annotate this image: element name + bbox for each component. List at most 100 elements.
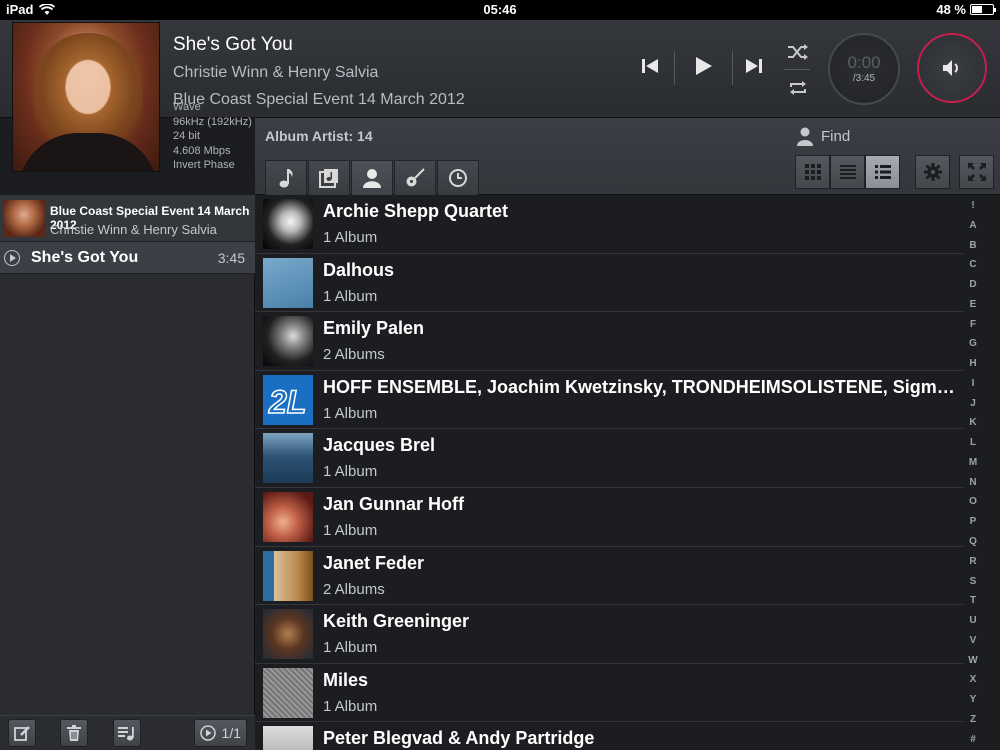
list-item[interactable]: Emily Palen 2 Albums <box>255 312 963 371</box>
gear-icon <box>923 163 942 181</box>
clock-icon <box>449 169 467 187</box>
artist-name: Dalhous <box>323 259 395 280</box>
note-icon <box>279 169 293 188</box>
artist-name: Janet Feder <box>323 552 425 573</box>
index-letter[interactable]: ! <box>971 200 974 211</box>
next-button[interactable] <box>734 48 774 84</box>
index-letter[interactable]: H <box>969 358 976 369</box>
album-count: 1 Album <box>323 522 378 539</box>
list-item[interactable]: Archie Shepp Quartet 1 Album <box>255 195 963 254</box>
index-letter[interactable]: X <box>970 674 977 685</box>
repeat-button[interactable] <box>778 70 818 106</box>
play-button[interactable] <box>684 48 724 84</box>
index-letter[interactable]: G <box>969 338 977 349</box>
grid-view-button[interactable] <box>795 155 830 189</box>
album-count: 1 Album <box>323 639 378 657</box>
shuffle-icon <box>788 44 808 60</box>
previous-button[interactable] <box>630 48 670 84</box>
index-letter[interactable]: J <box>970 398 976 409</box>
artist-thumb <box>263 199 313 249</box>
tab-recent[interactable] <box>437 160 479 195</box>
album-cover[interactable] <box>12 22 160 172</box>
queue-page-button[interactable]: 1/1 <box>194 719 247 747</box>
index-letter[interactable]: A <box>969 220 976 231</box>
list-item[interactable]: Jan Gunnar Hoff 1 Album <box>255 488 963 547</box>
queue-track-name: She's Got You <box>31 249 139 266</box>
list-item[interactable]: Dalhous 1 Album <box>255 253 963 313</box>
queue-track-row[interactable]: She's Got You 3:45 <box>0 242 255 274</box>
previous-icon <box>642 59 658 73</box>
artist-name: Archie Shepp Quartet <box>323 201 509 221</box>
list-item[interactable]: Miles 1 Album <box>255 663 963 723</box>
list-icon <box>874 165 891 179</box>
tab-songs[interactable] <box>265 160 307 195</box>
library-browser-header: Album Artist: 14 Find <box>255 118 1000 195</box>
queue-album-thumb <box>3 200 45 237</box>
tab-genres[interactable] <box>394 160 436 195</box>
list-item[interactable]: Jacques Brel 1 Album <box>255 429 963 488</box>
fullscreen-button[interactable] <box>959 155 994 189</box>
queue-track-time: 3:45 <box>217 250 245 266</box>
index-letter[interactable]: T <box>970 595 976 606</box>
index-letter[interactable]: O <box>969 496 977 507</box>
index-letter[interactable]: Z <box>970 714 976 725</box>
index-letter[interactable]: S <box>970 576 977 587</box>
index-letter[interactable]: N <box>969 477 976 488</box>
tab-artists[interactable] <box>351 160 393 195</box>
total-time: /3:45 <box>852 73 876 84</box>
battery-percent: 48 % <box>936 2 966 17</box>
album-count: 1 Album <box>323 287 378 305</box>
list-item[interactable]: 2L HOFF ENSEMBLE, Joachim Kwetzinsky, TR… <box>255 370 963 430</box>
index-letter[interactable]: F <box>970 319 976 330</box>
index-letter[interactable]: V <box>970 635 977 646</box>
album-count: 2 Albums <box>323 346 385 364</box>
artist-name: Miles <box>323 669 369 690</box>
clear-queue-button[interactable] <box>60 719 88 747</box>
shuffle-button[interactable] <box>778 34 818 70</box>
index-letter[interactable]: W <box>968 655 977 666</box>
index-letter[interactable]: B <box>969 240 976 251</box>
alphabet-index[interactable]: ! A B C D E F G H I J K L M N O P Q R S … <box>963 200 983 745</box>
playlist-icon <box>118 727 134 741</box>
index-letter[interactable]: Q <box>969 536 977 547</box>
index-letter[interactable]: K <box>969 417 976 428</box>
edit-queue-button[interactable] <box>8 719 36 747</box>
queue-album-artist: Christie Winn & Henry Salvia <box>50 222 217 237</box>
index-letter[interactable]: # <box>970 734 976 745</box>
track-title: She's Got You <box>173 34 293 55</box>
index-letter[interactable]: C <box>969 259 976 270</box>
artist-list: Archie Shepp Quartet 1 Album Dalhous 1 A… <box>255 195 963 750</box>
list-item[interactable]: Janet Feder 2 Albums <box>255 546 963 606</box>
artist-thumb <box>263 433 313 484</box>
index-letter[interactable]: D <box>969 279 976 290</box>
index-letter[interactable]: P <box>970 516 977 527</box>
index-letter[interactable]: Y <box>970 694 977 705</box>
play-circle-icon <box>200 725 216 741</box>
index-letter[interactable]: R <box>969 556 976 567</box>
artist-name: HOFF ENSEMBLE, Joachim Kwetzinsky, TROND… <box>323 376 958 397</box>
volume-button[interactable] <box>917 33 987 103</box>
index-letter[interactable]: E <box>970 299 977 310</box>
now-playing-icon <box>4 250 20 266</box>
artist-name: Keith Greeninger <box>323 611 470 632</box>
audio-format-info: Wave 96kHz (192kHz) 24 bit 4.608 Mbps In… <box>173 101 252 171</box>
save-playlist-button[interactable] <box>113 719 141 747</box>
index-letter[interactable]: U <box>969 615 976 626</box>
queue-album-header[interactable]: Blue Coast Special Event 14 March 2012 C… <box>0 195 255 242</box>
index-letter[interactable]: L <box>970 437 976 448</box>
queue-toolbar: 1/1 <box>0 715 255 750</box>
compact-list-view-button[interactable] <box>830 155 865 189</box>
artist-name: Emily Palen <box>323 318 425 339</box>
tab-albums[interactable] <box>308 160 350 195</box>
index-letter[interactable]: M <box>969 457 977 468</box>
track-artist: Christie Winn & Henry Salvia <box>173 64 379 81</box>
list-item[interactable]: Peter Blegvad & Andy Partridge <box>255 722 963 750</box>
detail-list-view-button[interactable] <box>865 155 900 189</box>
list-item[interactable]: Keith Greeninger 1 Album <box>255 605 963 664</box>
status-bar: iPad 05:46 48 % <box>0 0 1000 20</box>
settings-button[interactable] <box>915 155 950 189</box>
artist-name: Jan Gunnar Hoff <box>323 494 465 514</box>
index-letter[interactable]: I <box>972 378 975 389</box>
person-icon <box>363 169 381 188</box>
find-button[interactable]: Find <box>797 126 850 146</box>
